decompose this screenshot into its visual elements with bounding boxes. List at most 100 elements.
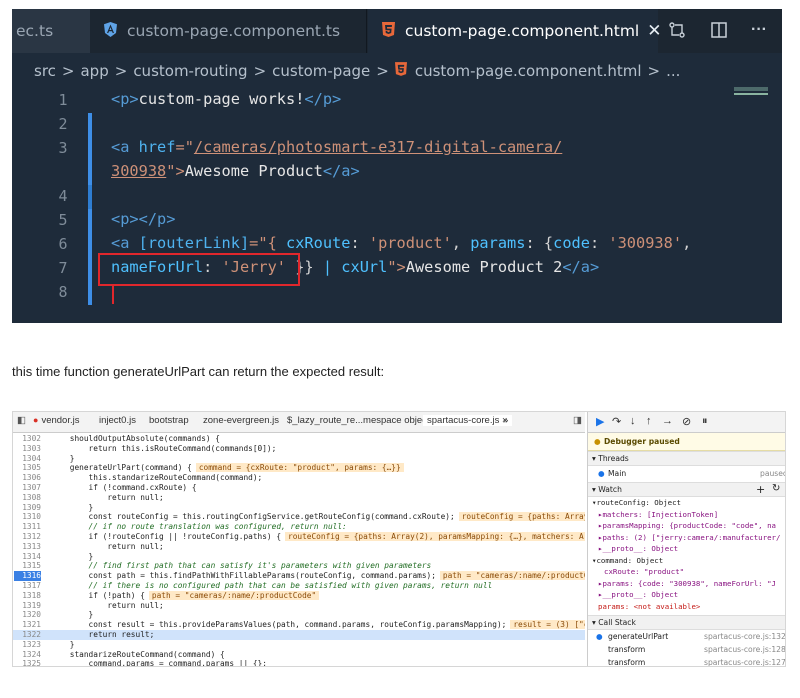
source-line-number[interactable]: 1318	[13, 591, 41, 600]
breadcrumb-item[interactable]: custom-routing	[133, 62, 247, 80]
callstack-frame[interactable]: generateUrlPart	[608, 632, 668, 641]
step-over-icon[interactable]: ↷	[612, 415, 621, 428]
callstack-location[interactable]: spartacus-core.js:127	[704, 658, 785, 666]
callstack-location[interactable]: spartacus-core.js:128	[704, 645, 785, 654]
source-line-number[interactable]: 1304	[13, 454, 41, 463]
breadcrumb-item[interactable]: custom-page.component.html	[415, 62, 642, 80]
breadcrumb-item[interactable]: ...	[666, 62, 680, 80]
tab-bootstrap[interactable]: bootstrap	[149, 415, 189, 426]
source-line[interactable]: }	[51, 610, 94, 619]
tab-lazy-route[interactable]: $_lazy_route_re...mespace object	[287, 415, 430, 426]
source-line[interactable]: const routeConfig = this.routingConfigSe…	[51, 512, 585, 522]
callstack-section-header[interactable]: ▾ Call Stack	[588, 615, 785, 630]
source-line[interactable]: if (!command.cxRoute) {	[51, 483, 197, 492]
breadcrumb-item[interactable]: app	[80, 62, 108, 80]
tab-zone-evergreen[interactable]: zone-evergreen.js	[203, 415, 279, 426]
source-line[interactable]: const result = this.provideParamsValues(…	[51, 620, 585, 630]
callstack-frame[interactable]: transform	[608, 645, 645, 654]
source-line-number[interactable]: 1323	[13, 640, 41, 649]
watch-item[interactable]: ▸paths: (2) ["jerry:camera/:manufacturer…	[598, 533, 780, 542]
navigator-toggle-icon[interactable]: ◧	[17, 415, 26, 426]
source-line-number[interactable]: 1302	[13, 434, 41, 443]
watch-item[interactable]: ▸__proto__: Object	[598, 590, 678, 599]
source-line-number[interactable]: 1322	[13, 630, 41, 639]
token-link[interactable]: /cameras/photosmart-e317-digital-camera/	[194, 138, 562, 156]
minimap[interactable]	[734, 87, 768, 91]
more-actions-icon[interactable]: ···	[748, 21, 770, 41]
source-line-number[interactable]: 1311	[13, 522, 41, 531]
tab-vendor-js[interactable]: ● vendor.js	[33, 415, 79, 426]
add-watch-icon[interactable]: +	[756, 483, 765, 496]
source-line[interactable]: const path = this.findPathWithFillablePa…	[51, 571, 585, 581]
close-tab-icon[interactable]: ✕	[647, 21, 661, 41]
source-line[interactable]: generateUrlPart(command) {command = {cxR…	[51, 463, 404, 473]
source-line-number[interactable]: 1308	[13, 493, 41, 502]
source-line-number[interactable]: 1317	[13, 581, 41, 590]
source-line-number[interactable]: 1325	[13, 659, 41, 666]
source-line[interactable]: if (!path) {path = "cameras/:name/:produ…	[51, 590, 320, 600]
breadcrumb-item[interactable]: custom-page	[272, 62, 370, 80]
token-link[interactable]: 300938	[111, 162, 166, 180]
watch-item[interactable]: ▸paramsMapping: {productCode: "code", na	[598, 521, 776, 530]
compare-changes-icon[interactable]	[666, 21, 688, 41]
watch-item[interactable]: ▾command: Object	[592, 556, 663, 565]
source-line-number[interactable]: 1312	[13, 532, 41, 541]
source-line[interactable]: // if no route translation was configure…	[51, 522, 347, 531]
watch-item[interactable]: ▾routeConfig: Object	[592, 498, 681, 507]
source-line[interactable]: command.params = command.params || {};	[51, 659, 267, 666]
thread-main[interactable]: Main	[608, 469, 626, 478]
source-line[interactable]: // find first path that can satisfy it's…	[51, 561, 432, 570]
source-line-number[interactable]: 1321	[13, 620, 41, 629]
source-line-number[interactable]: 1309	[13, 503, 41, 512]
source-code-view[interactable]: 1302 shouldOutputAbsolute(commands) { 130…	[13, 433, 585, 666]
tab-spec-ts[interactable]: ec.ts	[12, 9, 90, 53]
source-line-number[interactable]: 1303	[13, 444, 41, 453]
source-line[interactable]: return null;	[51, 601, 163, 610]
source-line[interactable]: }	[51, 454, 75, 463]
source-line-number[interactable]: 1307	[13, 483, 41, 492]
source-line-number[interactable]: 1324	[13, 650, 41, 659]
code-line-5[interactable]: <p></p>	[111, 210, 175, 228]
source-line[interactable]: }	[51, 640, 75, 649]
code-line-1[interactable]: <p>custom-page works!</p>	[111, 90, 341, 108]
refresh-watch-icon[interactable]: ↻	[772, 483, 780, 494]
code-line-6[interactable]: <a [routerLink]="{ cxRoute: 'product', p…	[111, 234, 691, 252]
tab-component-ts[interactable]: custom-page.component.ts	[90, 9, 367, 53]
step-into-icon[interactable]: ↓	[630, 415, 636, 427]
watch-section-header[interactable]: ▾ Watch + ↻	[588, 482, 785, 497]
step-out-icon[interactable]: ↑	[646, 415, 652, 427]
source-line[interactable]: return null;	[51, 493, 163, 502]
source-line[interactable]: this.standarizeRouteCommand(command);	[51, 473, 263, 482]
source-line-number[interactable]: 1313	[13, 542, 41, 551]
source-line[interactable]: }	[51, 503, 94, 512]
resume-icon[interactable]: ▶	[596, 415, 604, 428]
more-tabs-icon[interactable]: »	[503, 415, 508, 426]
source-line[interactable]: if (!routeConfig || !routeConfig.paths) …	[51, 532, 585, 541]
watch-item[interactable]: ▸__proto__: Object	[598, 544, 678, 553]
source-line[interactable]: shouldOutputAbsolute(commands) {	[51, 434, 220, 443]
watch-item[interactable]: ▸matchers: [InjectionToken]	[598, 510, 718, 519]
source-line-number[interactable]: 1306	[13, 473, 41, 482]
split-editor-icon[interactable]	[708, 21, 730, 41]
step-icon[interactable]: →	[662, 415, 673, 427]
source-line[interactable]: // if there is no configured path that c…	[51, 581, 493, 590]
source-line[interactable]: }	[51, 552, 94, 561]
source-line-number[interactable]: 1319	[13, 601, 41, 610]
breadcrumb-item[interactable]: src	[34, 62, 56, 80]
source-line-number[interactable]: 1315	[13, 561, 41, 570]
git-gutter-modified[interactable]	[88, 185, 92, 209]
watch-item[interactable]: ▸params: {code: "300938", nameForUrl: "J	[598, 579, 776, 588]
tab-inject0-js[interactable]: inject0.js	[99, 415, 136, 426]
source-line-number[interactable]: 1314	[13, 552, 41, 561]
tab-component-html[interactable]: custom-page.component.html ✕	[368, 9, 661, 53]
callstack-frame[interactable]: transform	[608, 658, 645, 666]
debugger-toggle-icon[interactable]: ◨	[573, 415, 582, 426]
pause-on-exceptions-icon[interactable]: ⏸	[702, 415, 708, 428]
threads-section-header[interactable]: ▾ Threads	[588, 451, 785, 466]
callstack-location[interactable]: spartacus-core.js:132	[704, 632, 785, 641]
source-line[interactable]: return result;	[51, 630, 155, 639]
watch-item[interactable]: cxRoute: "product"	[604, 567, 684, 576]
tab-spartacus-core[interactable]: spartacus-core.js ×	[423, 415, 512, 426]
source-line-number[interactable]: 1305	[13, 463, 41, 472]
deactivate-breakpoints-icon[interactable]: ⊘	[682, 415, 691, 428]
